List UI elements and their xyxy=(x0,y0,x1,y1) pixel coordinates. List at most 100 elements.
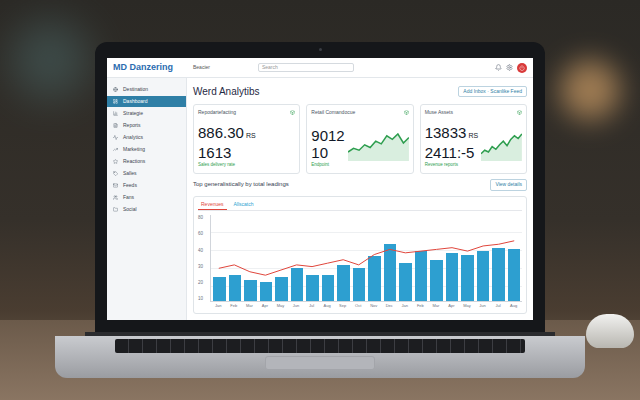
sidebar-item[interactable]: Salles xyxy=(107,168,186,179)
sidebar-item[interactable]: Reactions xyxy=(107,156,186,167)
bar[interactable] xyxy=(244,280,257,301)
laptop-base xyxy=(55,336,585,378)
chart-tab[interactable]: Revenues xyxy=(198,201,227,211)
gear-icon[interactable] xyxy=(506,64,513,71)
x-label: Apr xyxy=(259,303,272,309)
bar[interactable] xyxy=(353,268,366,301)
card-chart xyxy=(481,131,522,161)
bar[interactable] xyxy=(492,248,505,301)
x-label: Nov xyxy=(367,303,380,309)
main: Werd Analytibs Add Inbox · Scanlike Feed R… xyxy=(187,78,533,320)
bar[interactable] xyxy=(415,251,428,301)
cup xyxy=(586,314,634,348)
x-label: Feb xyxy=(228,303,241,309)
x-label: Jun xyxy=(290,303,303,309)
mini-chart xyxy=(481,131,522,161)
card-content: 13833RS2411:-5 xyxy=(425,121,522,162)
camera-dot xyxy=(319,48,322,51)
menu-icon xyxy=(113,171,118,176)
bars xyxy=(211,215,522,301)
card-header: Retail Comandocue xyxy=(311,109,408,117)
search-field[interactable]: Search xyxy=(258,63,354,73)
bell-icon[interactable] xyxy=(495,64,502,71)
chart-tab[interactable]: Allscatch xyxy=(231,201,257,211)
page-title: Werd Analytibs xyxy=(193,84,260,99)
card-content: 886.30RS1613 xyxy=(198,121,295,162)
sidebar-item[interactable]: Reports xyxy=(107,120,186,131)
menu-icon xyxy=(113,195,118,200)
add-button[interactable]: Add Inbox · Scanlike Feed xyxy=(458,86,527,98)
bar[interactable] xyxy=(322,275,335,301)
cards: Repodartefacting886.30RS1613Sales delive… xyxy=(193,104,527,174)
x-label: Mar xyxy=(430,303,443,309)
bar[interactable] xyxy=(229,275,242,301)
body: DestinationDashboardStrategieReportsAnal… xyxy=(107,78,533,320)
stat-card[interactable]: Retail Comandocue 901210Endpoint xyxy=(306,104,413,174)
card-values: 886.30RS1613 xyxy=(198,124,256,161)
power-button[interactable] xyxy=(517,63,527,73)
x-label: Sep xyxy=(336,303,349,309)
card-header: Repodartefacting xyxy=(198,109,295,117)
card-values: 13833RS2411:-5 xyxy=(425,124,478,161)
menu-icon xyxy=(113,135,118,140)
bar[interactable] xyxy=(430,260,443,301)
bar[interactable] xyxy=(291,268,304,301)
bar[interactable] xyxy=(306,275,319,301)
sidebar: DestinationDashboardStrategieReportsAnal… xyxy=(107,78,187,320)
sidebar-item[interactable]: Destination xyxy=(107,84,186,95)
sidebar-item[interactable]: Feeds xyxy=(107,180,186,191)
y-tick: 30 xyxy=(198,264,210,271)
card-values: 901210 xyxy=(311,127,344,161)
bar[interactable] xyxy=(477,251,490,301)
card-caption: Endpoint xyxy=(311,162,408,169)
chart-title: Top generalistically by total leadings xyxy=(193,180,289,189)
sidebar-item[interactable]: Fans xyxy=(107,192,186,203)
y-tick: 80 xyxy=(198,215,210,222)
card-secondary: 1613 xyxy=(198,144,256,161)
bar[interactable] xyxy=(461,255,474,301)
sidebar-item[interactable]: Social xyxy=(107,204,186,215)
plot-row: 806040302010JanFebMarAprMayJunJulAugSepO… xyxy=(198,215,522,309)
scene: MD Danzering Beacier Search DestinationDash… xyxy=(0,0,640,400)
view-details-button[interactable]: View details xyxy=(490,179,527,191)
bar[interactable] xyxy=(399,263,412,301)
top-bar: MD Danzering Beacier Search xyxy=(107,58,533,78)
menu-icon xyxy=(113,147,118,152)
sidebar-item[interactable]: Marketing xyxy=(107,144,186,155)
bar[interactable] xyxy=(213,277,226,301)
nav-label[interactable]: Beacier xyxy=(193,64,210,72)
stat-card[interactable]: Repodartefacting886.30RS1613Sales delive… xyxy=(193,104,300,174)
card-secondary: 2411:-5 xyxy=(425,144,478,161)
chart-panel: RevenuesAllscatch806040302010JanFebMarAp… xyxy=(193,196,527,315)
card-icon xyxy=(290,110,295,115)
trackpad[interactable] xyxy=(265,356,375,370)
x-label: Jul xyxy=(492,303,505,309)
y-tick: 60 xyxy=(198,231,210,238)
bar[interactable] xyxy=(260,282,273,301)
card-value: 9012 xyxy=(311,127,344,144)
x-label: May xyxy=(461,303,474,309)
x-label: Jan xyxy=(212,303,225,309)
card-chart xyxy=(348,131,409,161)
x-label: Jul xyxy=(305,303,318,309)
x-label: Jun xyxy=(476,303,489,309)
bar[interactable] xyxy=(368,256,381,301)
title-row: Werd Analytibs Add Inbox · Scanlike Feed xyxy=(193,84,527,99)
bar[interactable] xyxy=(337,265,350,301)
stat-card[interactable]: Muse Assets13833RS2411:-5Revenue reports xyxy=(420,104,527,174)
bokeh-light xyxy=(560,60,620,120)
sidebar-item[interactable]: Strategie xyxy=(107,108,186,119)
y-axis: 806040302010 xyxy=(198,215,210,309)
bar[interactable] xyxy=(384,244,397,301)
y-tick: 10 xyxy=(198,296,210,303)
x-label: Dec xyxy=(383,303,396,309)
bar[interactable] xyxy=(275,277,288,301)
bar[interactable] xyxy=(446,253,459,301)
bar[interactable] xyxy=(508,249,521,301)
y-tick: 20 xyxy=(198,280,210,287)
menu-icon xyxy=(113,111,118,116)
sidebar-item[interactable]: Dashboard xyxy=(107,96,186,107)
logo[interactable]: MD Danzering xyxy=(113,61,185,75)
topbar-actions xyxy=(495,63,527,73)
sidebar-item[interactable]: Analytics xyxy=(107,132,186,143)
